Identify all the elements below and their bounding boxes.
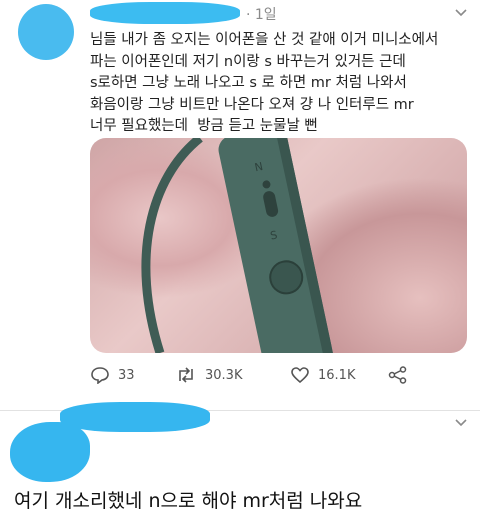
reply-username[interactable] [60, 402, 210, 432]
heart-icon [291, 367, 309, 384]
chevron-down-icon[interactable] [454, 418, 468, 428]
share-icon [388, 366, 407, 384]
earphone-photo: N S [141, 138, 335, 353]
username[interactable] [90, 2, 240, 24]
retweet-icon [179, 367, 193, 383]
avatar[interactable] [18, 4, 74, 60]
reply-avatar[interactable] [10, 422, 90, 482]
tweet-photo[interactable]: N S [90, 138, 467, 353]
tweet-text: 님들 내가 좀 오지는 이어폰을 산 것 같애 이거 미니소에서 파는 이어폰인… [90, 32, 439, 134]
retweet-button[interactable]: 30.3K [175, 366, 242, 384]
reply-icon [91, 367, 109, 384]
like-count: 16.1K [318, 367, 356, 383]
like-button[interactable]: 16.1K [290, 366, 355, 384]
reply-button[interactable]: 33 [90, 366, 135, 384]
reply-count: 33 [118, 367, 135, 383]
chevron-down-icon[interactable] [454, 8, 468, 18]
earphone-cable [141, 138, 203, 353]
retweet-count: 30.3K [205, 367, 243, 383]
tweet-actions: 33 30.3K 16.1K [90, 362, 430, 392]
reply-text: 여기 개소리했네 n으로 해야 mr처럼 나와요 [14, 490, 363, 512]
tweet-timestamp: · 1일 [246, 7, 277, 23]
share-button[interactable] [388, 366, 408, 384]
